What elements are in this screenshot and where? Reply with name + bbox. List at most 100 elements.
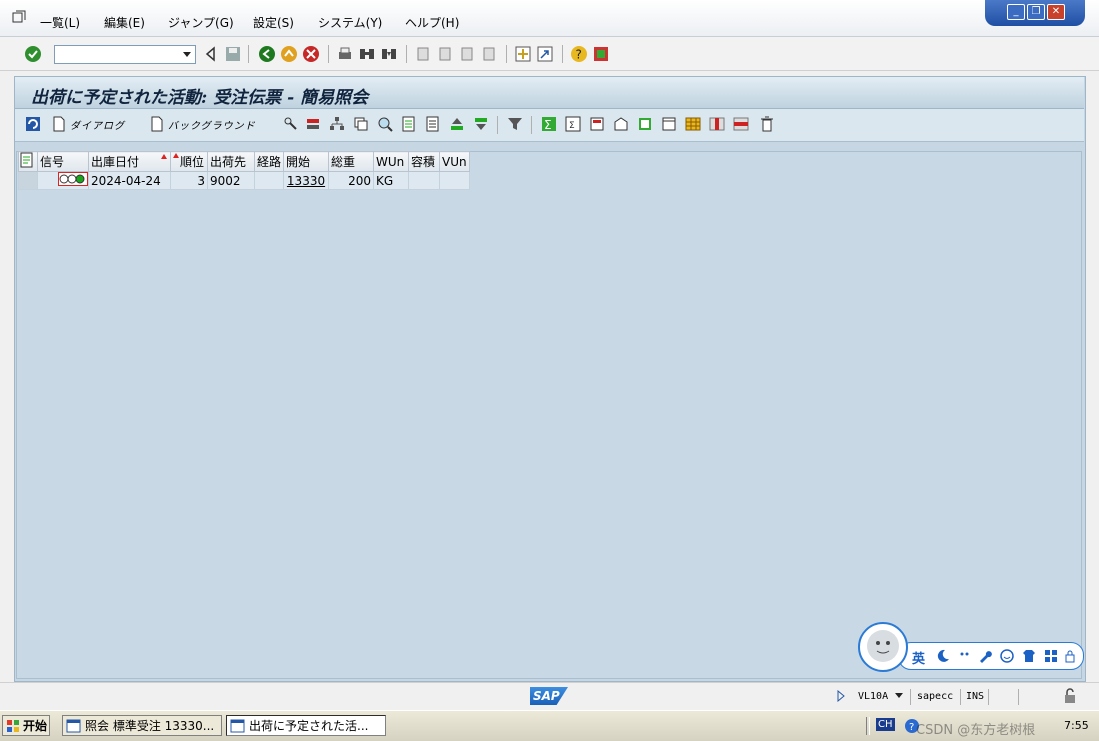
input-language-indicator[interactable]: CH [876,718,895,731]
lock-icon[interactable] [1064,649,1076,663]
command-field[interactable] [54,45,196,64]
next-page-icon[interactable] [458,45,476,63]
list-icon[interactable] [401,116,417,132]
col-weight[interactable]: 総重 [328,151,375,172]
detail-icon[interactable] [425,116,441,132]
filter-icon[interactable] [507,116,523,132]
menu-edit[interactable]: 編集(E) [104,14,145,31]
col-volume[interactable]: 容積 [408,151,441,172]
select-all-button[interactable] [18,151,38,172]
table-row[interactable]: 2024-04-24 3 9002 13330 200 KG [18,171,470,190]
magnifier-icon[interactable] [377,116,393,132]
apps-grid-icon[interactable] [1044,649,1058,663]
grid-icon[interactable] [685,116,701,132]
col-vun[interactable]: VUn [439,151,470,172]
layout-menu-icon[interactable] [592,45,610,63]
ime-lang-toggle[interactable]: 英 [912,648,925,667]
status-expand-icon[interactable] [836,690,846,702]
menu-jump[interactable]: ジャンプ(G) [168,14,234,31]
page-title: 出荷に予定された活動: 受注伝票 - 簡易照会 [31,88,369,108]
moon-icon[interactable] [936,649,950,663]
delete-icon[interactable] [759,116,775,132]
row-selector[interactable] [18,171,38,190]
col-priority-label: 順位 [180,155,205,169]
cell-volume [408,171,441,190]
print-preview-icon[interactable] [589,116,605,132]
spreadsheet-icon[interactable] [637,116,653,132]
enter-icon[interactable] [24,45,42,63]
find-next-icon[interactable] [380,45,398,63]
shortcut-icon[interactable] [536,45,554,63]
restore-button[interactable]: ❐ [1027,4,1045,20]
menu-settings[interactable]: 設定(S) [253,14,294,31]
menu-bar: 一覧(L) 編集(E) ジャンプ(G) 設定(S) システム(Y) ヘルプ(H)… [0,0,1099,37]
dialog-document-icon[interactable] [51,116,67,132]
sort-indicator-icon [173,153,179,158]
col-ship-to[interactable]: 出荷先 [207,151,255,172]
find-icon[interactable] [358,45,376,63]
new-session-icon[interactable] [514,45,532,63]
sequence-icon[interactable] [305,116,321,132]
first-page-icon[interactable] [414,45,432,63]
table-header-row: 信号 出庫日付 順位 出荷先 経路 開始 総重 WUn 容積 VUn [18,151,470,172]
column-icon[interactable] [709,116,725,132]
status-transaction: VL10A [858,691,889,702]
col-start[interactable]: 開始 [283,151,330,172]
previous-page-icon[interactable] [436,45,454,63]
col-priority[interactable]: 順位 [170,151,208,172]
start-link[interactable]: 13330 [287,174,325,188]
col-ship-date[interactable]: 出庫日付 [88,151,171,172]
close-button[interactable]: ✕ [1047,4,1065,20]
background-button[interactable]: バックグラウンド [168,117,256,132]
help-icon[interactable]: ? [570,45,588,63]
refresh-icon[interactable] [25,116,41,132]
status-system: sapecc [917,691,954,702]
sort-ascending-icon[interactable] [449,116,465,132]
status-bar: SAP VL10A sapecc INS [0,682,1099,711]
key-icon[interactable] [283,116,299,132]
col-signal[interactable]: 信号 [37,151,89,172]
triangle-left-icon[interactable] [202,45,220,63]
col-route[interactable]: 経路 [253,151,285,172]
col-wun[interactable]: WUn [373,151,410,172]
punctuation-icon[interactable] [958,649,972,663]
back-icon[interactable] [258,45,276,63]
sort-descending-icon[interactable] [473,116,489,132]
freeze-column-icon[interactable] [733,116,749,132]
dialog-button[interactable]: ダイアログ [70,117,125,132]
cell-vun [439,171,470,190]
start-button[interactable]: 开始 [2,715,50,736]
svg-text:Σ: Σ [569,121,575,131]
menu-help[interactable]: ヘルプ(H) [405,14,459,31]
layout-select-icon[interactable] [661,116,677,132]
sum-icon[interactable]: Σ [541,116,557,132]
system-menu-icon[interactable] [12,10,26,24]
chevron-down-icon[interactable] [894,692,904,700]
ime-toolbar[interactable]: 英 [858,622,1086,674]
export-icon[interactable] [613,116,629,132]
subtotal-icon[interactable]: Σ [565,116,581,132]
traffic-light-cell [37,171,89,190]
screen-title-bar: 出荷に予定された活動: 受注伝票 - 簡易照会 [15,77,1084,109]
smiley-icon[interactable] [1000,649,1014,663]
taskbar-window-1[interactable]: 照会 標準受注 13330... [62,715,222,736]
minimize-button[interactable]: _ [1007,4,1025,20]
menu-list[interactable]: 一覧(L) [40,14,80,31]
cancel-icon[interactable] [302,45,320,63]
background-document-icon[interactable] [149,116,165,132]
svg-text:Σ: Σ [544,118,552,132]
menu-system[interactable]: システム(Y) [318,14,382,31]
sort-indicator-icon [161,154,167,159]
wrench-icon[interactable] [978,649,992,663]
copy-icon[interactable] [353,116,369,132]
chevron-down-icon[interactable] [181,48,193,60]
secure-connection-icon[interactable] [1062,688,1078,704]
save-icon[interactable] [224,45,242,63]
print-icon[interactable] [336,45,354,63]
cell-start[interactable]: 13330 [283,171,330,190]
skin-icon[interactable] [1022,649,1036,663]
hierarchy-icon[interactable] [329,116,345,132]
taskbar-window-2[interactable]: 出荷に予定された活... [226,715,386,736]
exit-icon[interactable] [280,45,298,63]
last-page-icon[interactable] [480,45,498,63]
